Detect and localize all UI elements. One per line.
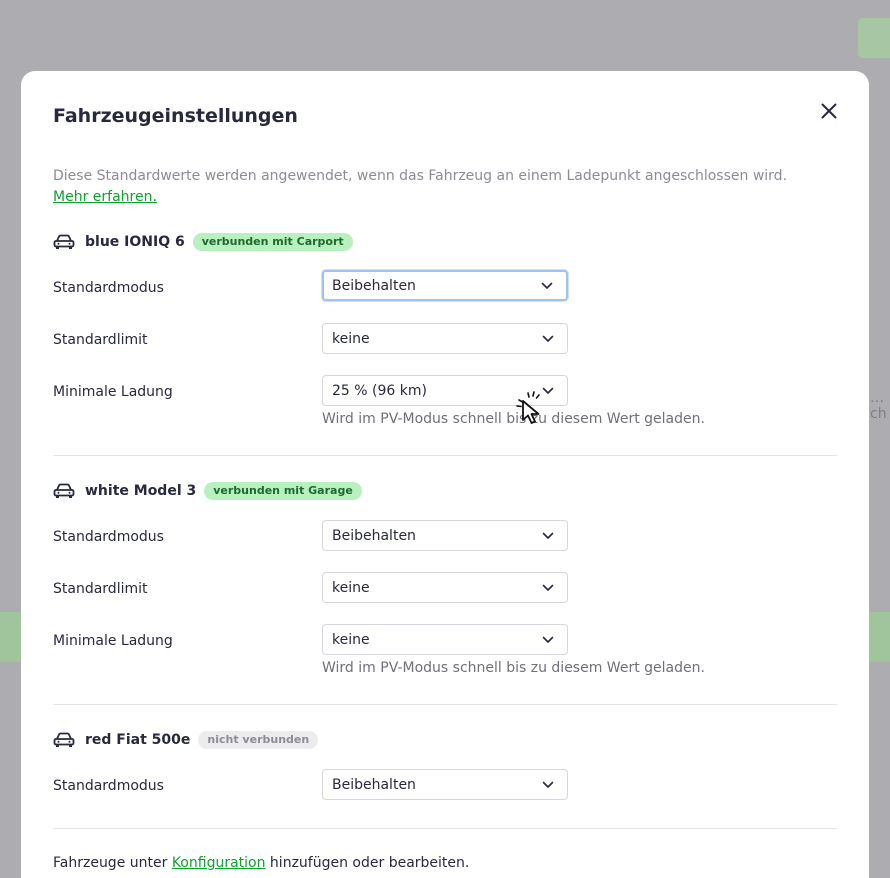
chevron-down-icon: [542, 335, 554, 342]
background-band-right: [866, 612, 890, 662]
configuration-link[interactable]: Konfiguration: [172, 855, 266, 871]
car-icon: [53, 234, 75, 250]
divider: [53, 704, 837, 705]
vehicle-name: white Model 3: [85, 483, 197, 499]
car-icon: [53, 483, 75, 499]
limit-label: Standardlimit: [53, 581, 148, 597]
min-charge-select-value: 25 % (96 km): [332, 382, 427, 399]
mode-select-value: Beibehalten: [332, 776, 416, 793]
mode-select[interactable]: Beibehalten: [322, 520, 568, 551]
mode-select[interactable]: Beibehalten: [322, 769, 568, 800]
status-badge: verbunden mit Garage: [204, 482, 362, 500]
chevron-down-icon: [542, 387, 554, 394]
footer-text: Fahrzeuge unter Konfiguration hinzufügen…: [53, 855, 469, 871]
limit-select[interactable]: keine: [322, 572, 568, 603]
close-button[interactable]: [817, 99, 841, 123]
mode-label: Standardmodus: [53, 280, 164, 296]
mode-select[interactable]: Beibehalten: [322, 270, 568, 301]
chevron-down-icon: [542, 532, 554, 539]
min-charge-label: Minimale Ladung: [53, 633, 173, 649]
divider: [53, 455, 837, 456]
footer-prefix: Fahrzeuge unter: [53, 855, 172, 871]
chevron-down-icon: [542, 636, 554, 643]
footer-suffix: hinzufügen oder bearbeiten.: [265, 855, 470, 871]
chevron-down-icon: [542, 781, 554, 788]
limit-label: Standardlimit: [53, 332, 148, 348]
min-charge-select[interactable]: 25 % (96 km): [322, 375, 568, 406]
chevron-down-icon: [542, 584, 554, 591]
mode-label: Standardmodus: [53, 529, 164, 545]
intro-description: Diese Standardwerte werden angewendet, w…: [53, 168, 788, 184]
min-charge-hint: Wird im PV-Modus schnell bis zu diesem W…: [322, 411, 705, 427]
car-icon: [53, 732, 75, 748]
mode-label: Standardmodus: [53, 778, 164, 794]
vehicle-header: white Model 3 verbunden mit Garage: [53, 480, 362, 502]
min-charge-hint: Wird im PV-Modus schnell bis zu diesem W…: [322, 660, 705, 676]
limit-select[interactable]: keine: [322, 323, 568, 354]
vehicle-settings-modal: Fahrzeugeinstellungen Diese Standardwert…: [21, 71, 869, 878]
divider: [53, 828, 837, 829]
vehicle-name: blue IONIQ 6: [85, 234, 185, 250]
background-text: …ch: [870, 390, 887, 422]
learn-more-link[interactable]: Mehr erfahren.: [53, 189, 157, 205]
min-charge-select[interactable]: keine: [322, 624, 568, 655]
mode-select-value: Beibehalten: [332, 277, 416, 294]
status-badge: verbunden mit Carport: [192, 233, 353, 251]
vehicle-header: blue IONIQ 6 verbunden mit Carport: [53, 231, 353, 253]
modal-title: Fahrzeugeinstellungen: [53, 105, 298, 127]
background-accent: [858, 18, 890, 58]
chevron-down-icon: [541, 282, 553, 289]
intro-text: Diese Standardwerte werden angewendet, w…: [53, 166, 843, 208]
status-badge: nicht verbunden: [198, 731, 319, 749]
vehicle-header: red Fiat 500e nicht verbunden: [53, 729, 319, 751]
close-icon: [821, 103, 837, 119]
limit-select-value: keine: [332, 579, 370, 596]
vehicle-name: red Fiat 500e: [85, 732, 191, 748]
limit-select-value: keine: [332, 330, 370, 347]
min-charge-select-value: keine: [332, 631, 370, 648]
min-charge-label: Minimale Ladung: [53, 384, 173, 400]
mode-select-value: Beibehalten: [332, 527, 416, 544]
